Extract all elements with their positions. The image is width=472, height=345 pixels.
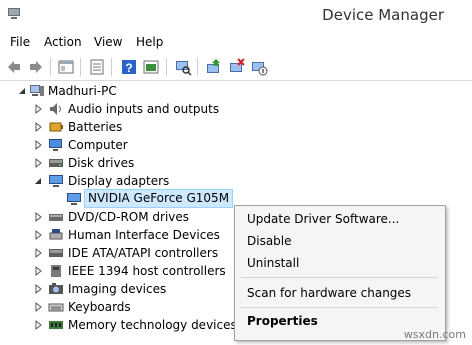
memory-icon xyxy=(49,321,63,329)
computer-icon xyxy=(30,85,44,96)
expand-arrow-icon[interactable] xyxy=(33,320,43,330)
dvd-icon xyxy=(49,214,63,221)
watermark: wsxdn.com xyxy=(403,328,466,341)
tree-root-label: Madhuri-PC xyxy=(48,84,117,98)
menu-file[interactable]: File xyxy=(10,35,30,49)
display-icon xyxy=(49,175,63,187)
disable-icon[interactable] xyxy=(250,58,268,76)
tree-item-label: IEEE 1394 host controllers xyxy=(68,264,226,278)
context-menu: Update Driver Software... Disable Uninst… xyxy=(234,205,446,341)
show-hidden-icon[interactable] xyxy=(142,58,160,76)
expand-arrow-icon[interactable] xyxy=(33,284,43,294)
tree-item-ieee1394[interactable]: IEEE 1394 host controllers xyxy=(0,262,230,280)
tree-item-keyboards[interactable]: Keyboards xyxy=(0,298,230,316)
tree-item-dvd-drives[interactable]: DVD/CD-ROM drives xyxy=(0,208,230,226)
toolbar-separator xyxy=(111,58,112,76)
disk-icon xyxy=(49,159,63,167)
expand-arrow-icon[interactable] xyxy=(33,122,43,132)
toolbar: ? xyxy=(0,53,472,81)
collapse-arrow-icon[interactable] xyxy=(17,86,27,96)
tree-item-disk-drives[interactable]: Disk drives xyxy=(0,154,230,172)
display-icon xyxy=(67,193,81,205)
menu-view[interactable]: View xyxy=(94,35,122,49)
properties-pane-icon[interactable] xyxy=(57,58,75,76)
battery-icon xyxy=(49,122,63,132)
tree-item-label: DVD/CD-ROM drives xyxy=(68,210,190,224)
tree-item-display-adapters[interactable]: Display adapters xyxy=(0,172,230,190)
menu-separator xyxy=(241,307,437,308)
toolbar-separator xyxy=(197,58,198,76)
help-icon[interactable]: ? xyxy=(120,58,138,76)
computer-icon xyxy=(49,139,62,151)
expand-arrow-icon[interactable] xyxy=(33,158,43,168)
menu-action[interactable]: Action xyxy=(44,35,82,49)
menu-bar: File Action View Help xyxy=(0,33,472,53)
tree-item-memory-tech[interactable]: Memory technology devices xyxy=(0,316,237,334)
scan-icon[interactable] xyxy=(174,58,192,76)
collapse-arrow-icon[interactable] xyxy=(33,176,43,186)
toolbar-separator xyxy=(166,58,167,76)
expand-arrow-icon[interactable] xyxy=(33,230,43,240)
expand-arrow-icon[interactable] xyxy=(33,104,43,114)
device-manager-app-icon[interactable] xyxy=(6,5,22,21)
expand-arrow-icon[interactable] xyxy=(33,248,43,258)
tree-item-nvidia-geforce[interactable]: NVIDIA GeForce G105M xyxy=(0,189,234,208)
ieee-icon xyxy=(51,265,61,277)
tree-item-batteries[interactable]: Batteries xyxy=(0,118,230,136)
tree-item-label: Imaging devices xyxy=(68,282,167,296)
menu-update-driver[interactable]: Update Driver Software... xyxy=(247,210,399,228)
tree-item-label: IDE ATA/ATAPI controllers xyxy=(68,246,219,260)
tree-item-label: Display adapters xyxy=(68,174,170,188)
forward-icon[interactable] xyxy=(27,58,45,76)
keyboard-icon xyxy=(48,303,64,312)
svg-text:?: ? xyxy=(125,61,132,75)
tree-item-label: Memory technology devices xyxy=(68,318,237,332)
title-bar: Device Manager xyxy=(0,0,472,33)
back-icon[interactable] xyxy=(5,58,23,76)
tree-item-label: Disk drives xyxy=(68,156,135,170)
expand-arrow-icon[interactable] xyxy=(33,212,43,222)
tree-item-computer[interactable]: Computer xyxy=(0,136,230,154)
menu-properties[interactable]: Properties xyxy=(247,312,318,330)
toolbar-separator xyxy=(50,58,51,76)
tree-item-label: NVIDIA GeForce G105M xyxy=(84,189,234,208)
menu-scan-hardware[interactable]: Scan for hardware changes xyxy=(247,284,411,302)
tree-item-audio[interactable]: Audio inputs and outputs xyxy=(0,100,230,118)
toolbar-separator xyxy=(80,58,81,76)
menu-help[interactable]: Help xyxy=(136,35,163,49)
tree-item-label: Computer xyxy=(68,138,128,152)
menu-uninstall[interactable]: Uninstall xyxy=(247,254,299,272)
window-title: Device Manager xyxy=(322,6,444,24)
uninstall-icon[interactable] xyxy=(228,58,246,76)
hid-icon xyxy=(49,229,63,240)
tree-item-label: Keyboards xyxy=(68,300,131,314)
menu-separator xyxy=(241,277,437,278)
expand-arrow-icon[interactable] xyxy=(33,140,43,150)
tree-root[interactable]: Madhuri-PC xyxy=(0,82,230,100)
expand-arrow-icon[interactable] xyxy=(33,266,43,276)
update-icon[interactable] xyxy=(88,58,106,76)
expand-arrow-icon[interactable] xyxy=(33,302,43,312)
tree-item-imaging[interactable]: Imaging devices xyxy=(0,280,230,298)
update-driver-icon[interactable] xyxy=(205,58,223,76)
tree-item-label: Human Interface Devices xyxy=(68,228,220,242)
speaker-icon xyxy=(50,103,61,115)
tree-item-hid[interactable]: Human Interface Devices xyxy=(0,226,230,244)
tree-item-label: Audio inputs and outputs xyxy=(68,102,220,116)
tree-item-label: Batteries xyxy=(68,120,123,134)
ide-icon xyxy=(49,249,63,257)
menu-disable[interactable]: Disable xyxy=(247,232,292,250)
tree-item-ide[interactable]: IDE ATA/ATAPI controllers xyxy=(0,244,230,262)
camera-icon xyxy=(49,283,63,294)
